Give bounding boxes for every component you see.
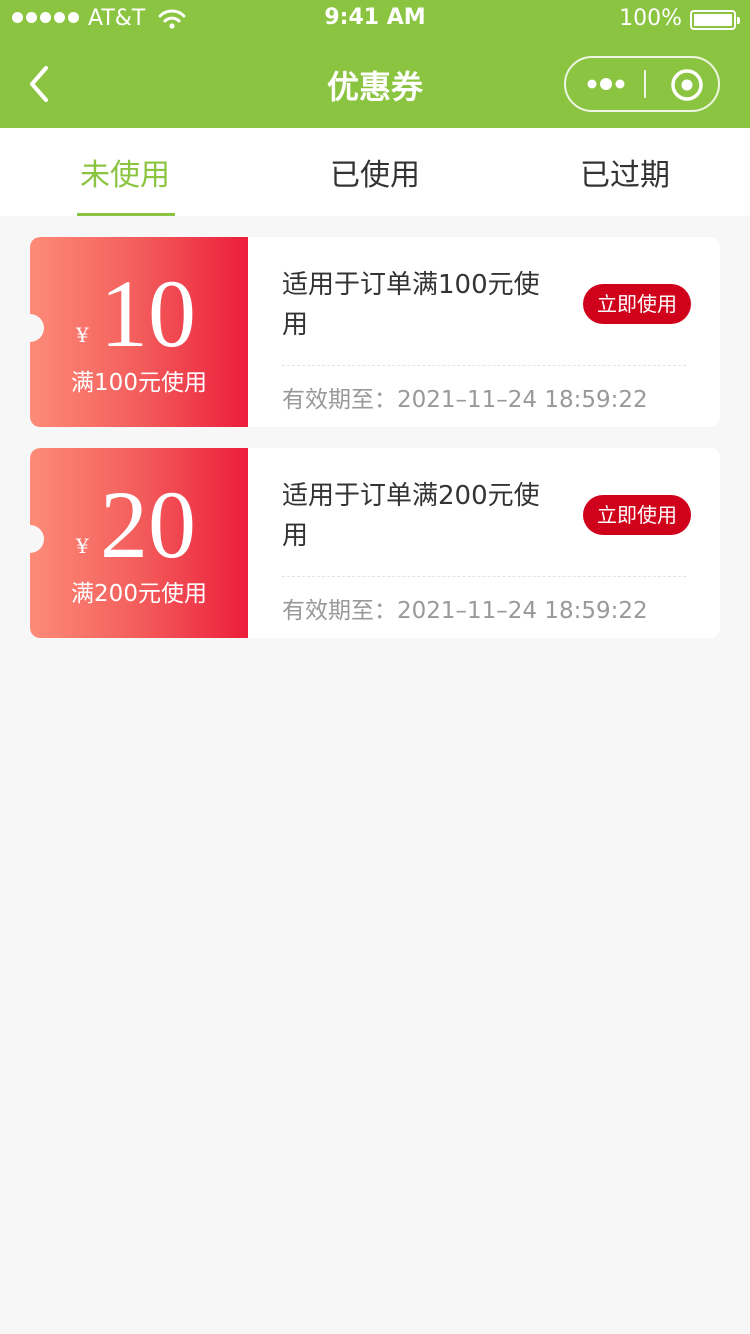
coupon-amount: 10	[100, 260, 196, 367]
scalloped-edge	[242, 237, 252, 427]
coupon-value-panel: ¥ 20 满200元使用	[30, 448, 248, 638]
currency-symbol: ¥	[76, 323, 89, 347]
battery-icon	[690, 10, 740, 30]
tab-used[interactable]: 已使用	[250, 150, 500, 194]
dashed-divider	[282, 365, 686, 366]
active-tab-indicator	[77, 213, 175, 216]
status-bar: AT&T 9:41 AM 100%	[0, 0, 750, 40]
use-now-button[interactable]: 立即使用	[583, 284, 691, 324]
currency-symbol: ¥	[76, 534, 89, 558]
top-bar: AT&T 9:41 AM 100% 优惠券	[0, 0, 750, 128]
dashed-divider	[282, 576, 686, 577]
coupon-card: ¥ 20 满200元使用 适用于订单满200元使用 立即使用 有效期至：2021…	[30, 448, 720, 638]
tab-unused[interactable]: 未使用	[0, 150, 250, 194]
coupon-description: 适用于订单满200元使用	[282, 481, 540, 551]
coupon-amount: 20	[100, 471, 196, 578]
close-mini-program-icon[interactable]	[670, 68, 704, 102]
tab-bar: 未使用 已使用 已过期	[0, 128, 750, 216]
use-now-button[interactable]: 立即使用	[583, 495, 691, 535]
coupon-value-panel: ¥ 10 满100元使用	[30, 237, 248, 427]
battery-percentage: 100%	[619, 6, 682, 31]
coupon-description: 适用于订单满100元使用	[282, 270, 540, 340]
mini-program-capsule	[564, 56, 720, 112]
tab-expired[interactable]: 已过期	[500, 150, 750, 194]
coupon-expiry: 有效期至：2021–11–24 18:59:22	[282, 598, 648, 624]
coupon-expiry: 有效期至：2021–11–24 18:59:22	[282, 387, 648, 413]
coupon-card: ¥ 10 满100元使用 适用于订单满100元使用 立即使用 有效期至：2021…	[30, 237, 720, 427]
coupon-min-spend: 满200元使用	[71, 581, 207, 607]
coupon-min-spend: 满100元使用	[71, 370, 207, 396]
more-options-icon[interactable]	[586, 76, 626, 92]
scalloped-edge	[242, 448, 252, 638]
capsule-divider	[644, 70, 646, 98]
